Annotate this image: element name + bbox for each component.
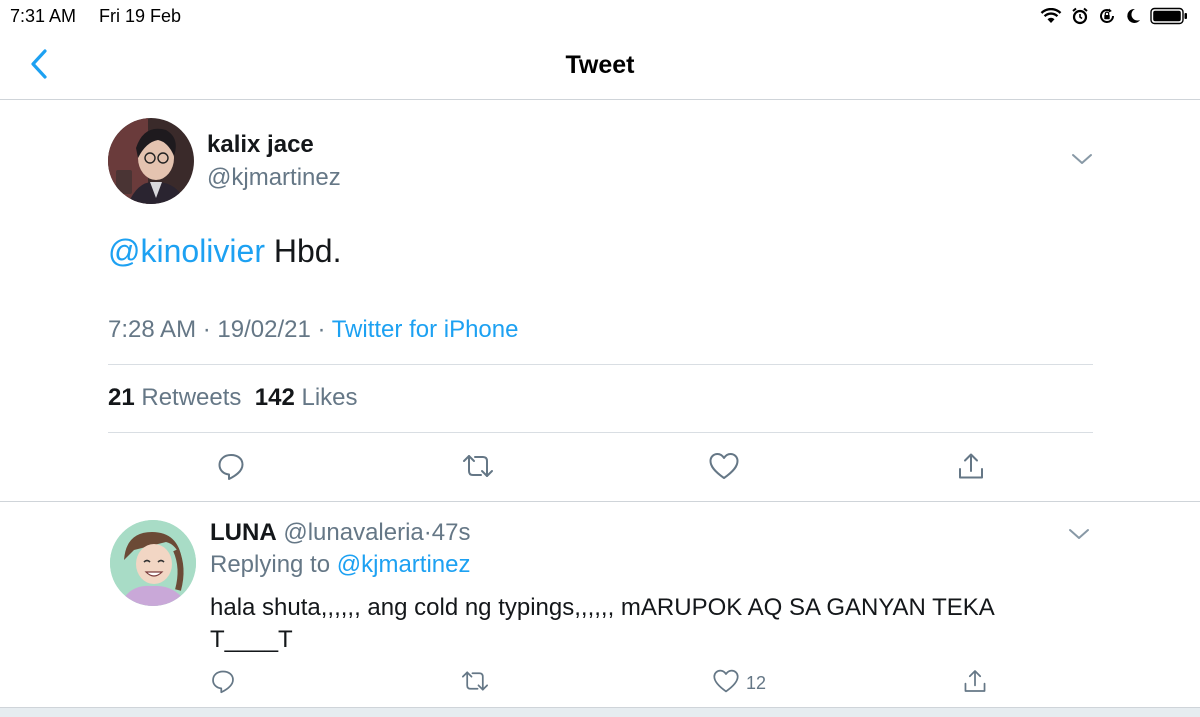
replying-prefix: Replying to xyxy=(210,551,337,578)
reply-icon xyxy=(210,668,236,699)
retweet-icon xyxy=(460,668,490,699)
retweets-link[interactable]: 21 Retweets xyxy=(108,384,241,411)
status-icons xyxy=(1040,6,1188,26)
retweet-label: Retweets xyxy=(141,384,242,411)
reply-share-button[interactable] xyxy=(962,666,988,700)
author-handle[interactable]: @kjmartinez xyxy=(207,164,341,192)
status-date: Fri 19 Feb xyxy=(99,6,182,26)
wifi-icon xyxy=(1040,8,1062,24)
author-avatar[interactable] xyxy=(108,118,194,204)
replying-to-link[interactable]: @kjmartinez xyxy=(337,551,471,578)
reply-text: hala shuta,,,,,, ang cold ng typings,,,,… xyxy=(210,594,994,653)
page-title: Tweet xyxy=(565,51,635,79)
reply-tweet[interactable]: LUNA @lunavaleria·47s Replying to @kjmar… xyxy=(0,502,1200,707)
heart-icon xyxy=(708,451,740,486)
author-name[interactable]: kalix jace xyxy=(207,131,314,159)
reply-header: LUNA @lunavaleria·47s xyxy=(210,519,470,547)
tweet-date: 19/02/21 xyxy=(217,316,311,343)
tweet-header: kalix jace @kjmartinez xyxy=(108,118,1093,208)
tweet-mention-link[interactable]: @kinolivier xyxy=(108,233,265,269)
rotation-lock-icon xyxy=(1098,7,1116,25)
heart-icon xyxy=(712,668,740,699)
reply-author-name[interactable]: LUNA xyxy=(210,519,277,546)
nav-bar: Tweet xyxy=(0,32,1200,100)
reply-action-bar: 12 xyxy=(210,662,1000,698)
reply-like-button[interactable]: 12 xyxy=(712,666,766,700)
meta-separator: · xyxy=(196,316,218,343)
replying-to: Replying to @kjmartinez xyxy=(210,551,470,579)
reply-retweet-button[interactable] xyxy=(460,666,490,700)
divider xyxy=(108,364,1093,365)
chevron-down-icon[interactable] xyxy=(1068,527,1090,541)
share-icon xyxy=(956,451,986,486)
reply-like-count: 12 xyxy=(746,672,767,693)
tweet-time: 7:28 AM xyxy=(108,316,197,343)
reply-reply-button[interactable] xyxy=(210,666,236,700)
status-time: 7:31 AM xyxy=(10,6,77,26)
status-bar: 7:31 AM Fri 19 Feb xyxy=(0,0,1200,32)
divider xyxy=(108,432,1093,433)
chevron-down-icon[interactable] xyxy=(1071,152,1093,166)
tweet-action-bar xyxy=(108,445,1093,491)
tweet-meta: 7:28 AM · 19/02/21 · Twitter for iPhone xyxy=(108,316,518,344)
share-icon xyxy=(962,668,988,699)
like-button[interactable] xyxy=(708,451,740,485)
reply-icon xyxy=(216,451,246,486)
reply-button[interactable] xyxy=(216,451,246,485)
reply-author-avatar[interactable] xyxy=(110,520,196,606)
retweet-count: 21 xyxy=(108,384,135,411)
likes-link[interactable]: 142 Likes xyxy=(255,384,358,411)
reply-time: 47s xyxy=(431,519,471,546)
retweet-button[interactable] xyxy=(461,451,495,485)
tweet-source-link[interactable]: Twitter for iPhone xyxy=(332,316,519,343)
alarm-icon xyxy=(1071,7,1089,25)
meta-separator: · xyxy=(310,316,332,343)
reply-author-handle[interactable]: @lunavaleria xyxy=(283,519,423,546)
bottom-divider xyxy=(0,707,1200,717)
like-count: 142 xyxy=(254,384,295,411)
share-button[interactable] xyxy=(956,451,986,485)
retweet-icon xyxy=(461,451,495,486)
tweet-text: @kinolivier Hbd. xyxy=(108,233,341,270)
battery-icon xyxy=(1150,7,1188,25)
like-label: Likes xyxy=(301,384,358,411)
tweet-body: Hbd. xyxy=(264,233,342,269)
reply-dot: · xyxy=(423,519,432,546)
tweet-stats: 21 Retweets 142 Likes xyxy=(108,384,358,412)
moon-icon xyxy=(1125,7,1141,25)
